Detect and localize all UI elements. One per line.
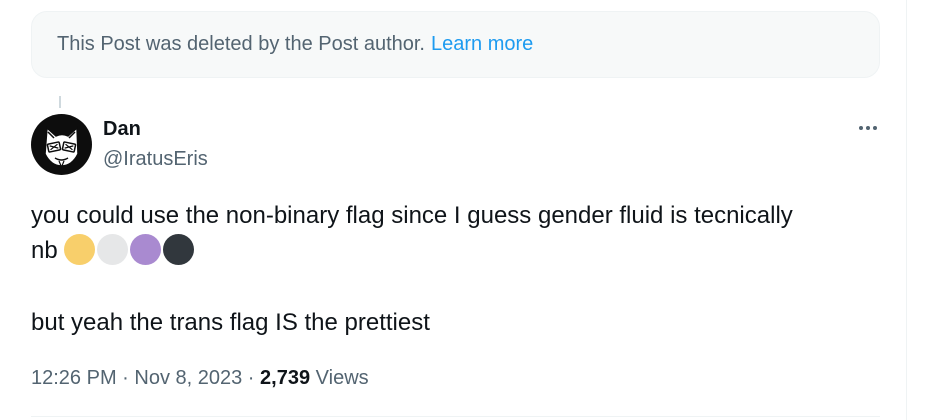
more-options-icon [859, 126, 863, 130]
tweet-line: but yeah the trans flag IS the prettiest [31, 309, 430, 336]
author-name[interactable]: Dan [103, 118, 141, 140]
post-time[interactable]: 12:26 PM [31, 367, 117, 389]
views-label: Views [310, 367, 369, 389]
meta-separator: · [116, 367, 135, 389]
deleted-notice-text: This Post was deleted by the Post author… [57, 33, 425, 55]
author-handle[interactable]: @IratusEris [103, 148, 208, 170]
white-circle-emoji [97, 234, 129, 265]
tweet-line: nb [31, 233, 891, 268]
cat-avatar-icon [31, 114, 92, 175]
tweet-line-prefix: nb [31, 237, 58, 264]
timeline-border [906, 0, 907, 420]
tweet-text: you could use the non-binary flag since … [31, 198, 891, 340]
learn-more-link[interactable]: Learn more [431, 33, 533, 56]
views-count: 2,739 [260, 367, 311, 389]
deleted-post-notice: This Post was deleted by the Post author… [31, 11, 880, 78]
divider [31, 416, 880, 417]
black-circle-emoji [163, 234, 195, 265]
emoji-row [64, 234, 196, 265]
purple-circle-emoji [130, 234, 162, 265]
post-date[interactable]: Nov 8, 2023 [134, 367, 242, 389]
post-metadata: 12:26 PM · Nov 8, 2023 · 2,739 Views [31, 366, 369, 390]
avatar[interactable] [31, 114, 92, 175]
more-options-button[interactable] [853, 118, 883, 138]
thread-connector-line [59, 96, 61, 108]
meta-separator: · [242, 367, 261, 389]
yellow-circle-emoji [64, 234, 96, 265]
tweet-line: you could use the non-binary flag since … [31, 202, 793, 229]
